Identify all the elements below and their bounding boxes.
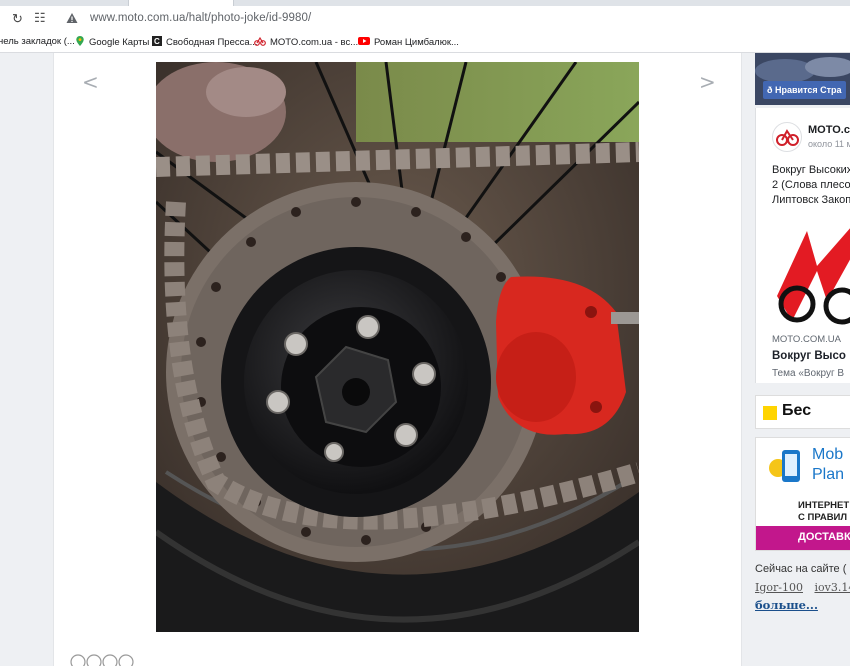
fb-like-label: Нравится Стра bbox=[775, 85, 842, 95]
map-pin-icon bbox=[76, 36, 84, 46]
youtube-icon bbox=[358, 37, 370, 45]
fb-link-thumbnail[interactable] bbox=[772, 226, 850, 329]
bookmark-svpressa[interactable]: C Свободная Пресса... bbox=[152, 36, 258, 48]
bookmark-label: Роман Цимбалюк... bbox=[374, 37, 459, 48]
next-photo-button[interactable]: > bbox=[699, 70, 716, 94]
not-secure-warning-icon[interactable] bbox=[66, 12, 78, 24]
fb-link-domain: MOTO.COM.UA bbox=[772, 334, 841, 345]
moto-logo-icon bbox=[776, 129, 799, 146]
url-field[interactable]: www.moto.com.ua/halt/photo-joke/id-9980/ bbox=[90, 12, 311, 24]
sprocket-illustration bbox=[156, 62, 639, 632]
phone-icon bbox=[769, 450, 800, 482]
fb-like-button[interactable]: ð Нравится Стра bbox=[763, 81, 846, 99]
online-users-list: Igor-100 iov3.14 bbox=[755, 581, 850, 594]
bookmark-google-maps[interactable]: Google Карты bbox=[75, 36, 149, 48]
ad-text-line1: Mob bbox=[812, 446, 844, 463]
svpressa-logo-icon: C bbox=[152, 36, 162, 46]
prev-photo-button[interactable]: < bbox=[82, 70, 99, 94]
ad-logo-square bbox=[763, 406, 777, 420]
fb-post-card: MOTO.co около 11 м Вокруг Высоких ЧАСТЬ … bbox=[755, 108, 850, 383]
more-users-link[interactable]: больше... bbox=[755, 598, 818, 612]
thumbs-up-icon bbox=[70, 654, 86, 666]
ad-cta-label: ДОСТАВКА bbox=[798, 531, 850, 543]
reaction-icons[interactable] bbox=[70, 652, 140, 666]
ad-banner-1-text: Бес bbox=[782, 402, 812, 419]
right-sidebar: ð Нравится Стра MOTO.co около 11 м Вокру… bbox=[755, 53, 850, 666]
online-user-link[interactable]: Igor-100 bbox=[755, 581, 803, 594]
fb-page-name[interactable]: MOTO.co bbox=[808, 124, 850, 136]
ad-banner-1[interactable]: Бес bbox=[755, 395, 850, 429]
address-bar: ↻ ☷ www.moto.com.ua/halt/photo-joke/id-9… bbox=[0, 6, 850, 32]
bookmark-label: MOTO.com.ua - вс... bbox=[270, 37, 359, 48]
bookmark-moto[interactable]: MOTO.com.ua - вс... bbox=[254, 36, 358, 48]
sad-icon bbox=[102, 654, 118, 666]
smile-icon bbox=[86, 654, 102, 666]
reload-icon[interactable]: ↻ bbox=[12, 11, 23, 27]
apps-grid-icon[interactable]: ☷ bbox=[34, 10, 46, 26]
bookmark-item[interactable]: нель закладок (... bbox=[0, 36, 75, 47]
online-now-title: Сейчас на сайте ( bbox=[755, 563, 847, 575]
angry-icon bbox=[118, 654, 134, 666]
ad-cta-bar[interactable]: ДОСТАВКА bbox=[756, 526, 850, 550]
moto-big-logo bbox=[772, 226, 850, 329]
photo-sprocket-image bbox=[156, 62, 639, 632]
fb-link-title[interactable]: Вокруг Высо bbox=[772, 350, 846, 362]
svg-text:C: C bbox=[154, 37, 160, 46]
moto-logo-icon bbox=[254, 36, 266, 46]
fb-post-text: Вокруг Высоких ЧАСТЬ 2 (Слова плесо, Лип… bbox=[772, 164, 850, 206]
moto-page-logo[interactable] bbox=[772, 122, 802, 152]
ad-text-line3: ИНТЕРНЕТ bbox=[798, 500, 850, 511]
bookmarks-bar: нель закладок (... Google Карты C Свобод… bbox=[0, 32, 850, 53]
ad-text-line4: С ПРАВИЛ bbox=[798, 512, 848, 523]
fb-link-subtitle: Тема «Вокруг В bbox=[772, 368, 845, 379]
bookmark-label: Свободная Пресса... bbox=[166, 37, 258, 48]
fb-page-banner[interactable]: ð Нравится Стра bbox=[755, 53, 850, 105]
online-user-link[interactable]: iov3.14 bbox=[814, 581, 850, 594]
fb-post-time[interactable]: около 11 м bbox=[808, 139, 850, 149]
bookmark-label: нель закладок (... bbox=[0, 36, 75, 47]
bookmark-label: Google Карты bbox=[89, 37, 150, 48]
facebook-icon: ð bbox=[767, 85, 773, 95]
ad-banner-2[interactable]: Mob Plan ИНТЕРНЕТ С ПРАВИЛ ДОСТАВКА bbox=[755, 437, 850, 551]
bookmark-youtube[interactable]: Роман Цимбалюк... bbox=[358, 36, 459, 48]
ad-text-line2: Plan bbox=[812, 466, 845, 483]
